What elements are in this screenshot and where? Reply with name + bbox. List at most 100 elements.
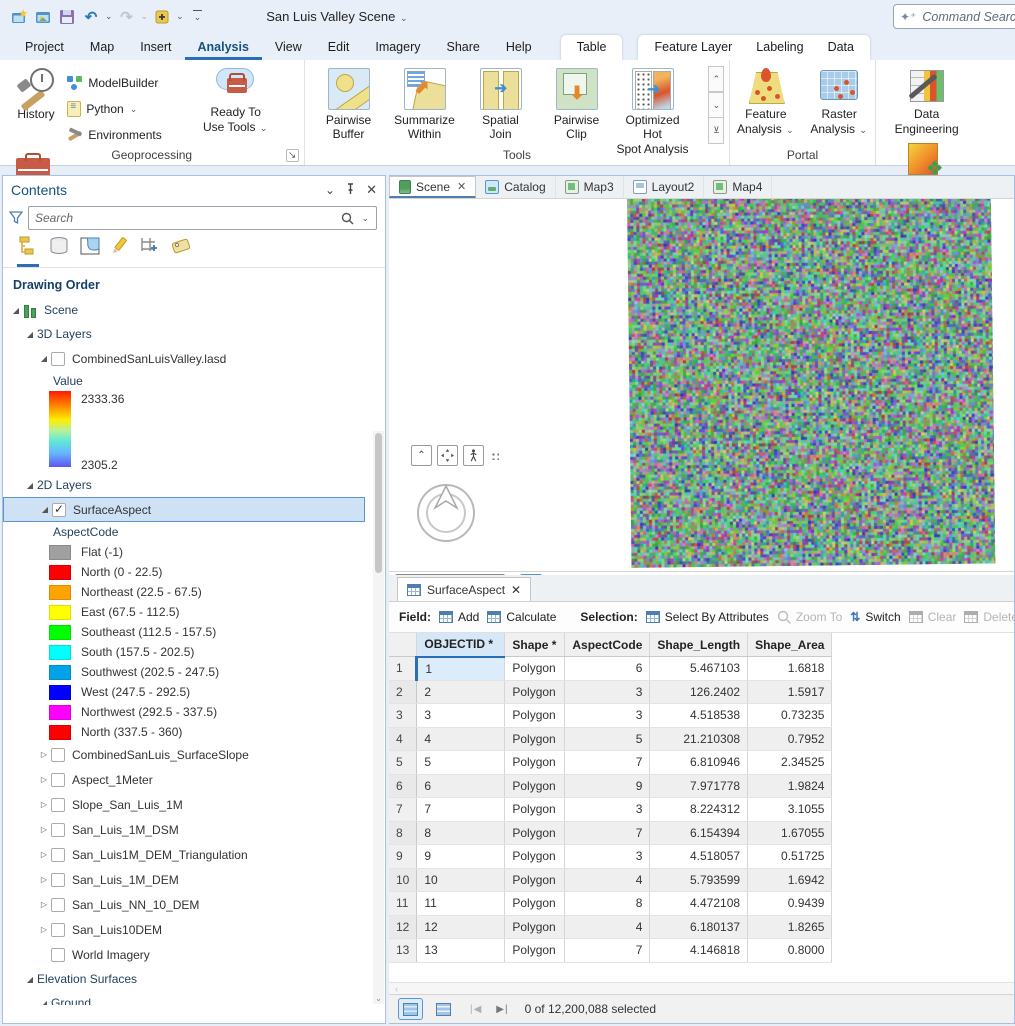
layer-visibility-checkbox[interactable]: [51, 923, 65, 937]
cell-objectid[interactable]: 10: [417, 868, 505, 892]
cell-aspectcode[interactable]: 3: [565, 798, 650, 822]
layer-name[interactable]: San_Luis10DEM: [72, 923, 162, 937]
table-row[interactable]: 1212Polygon46.1801371.8265: [389, 915, 832, 939]
cell-shapelength[interactable]: 4.146818: [650, 939, 748, 963]
row-selector[interactable]: 10: [389, 868, 417, 892]
table-tab-surfaceaspect[interactable]: SurfaceAspect ✕: [397, 577, 531, 601]
tree-group-scene[interactable]: ◢ Scene: [3, 298, 371, 322]
column-header-shapelength[interactable]: Shape_Length: [650, 633, 748, 657]
layer-name[interactable]: Aspect_1Meter: [72, 773, 153, 787]
list-by-snapping-icon[interactable]: [139, 236, 161, 267]
collapse-nav-icon[interactable]: ⌃: [411, 445, 432, 466]
layer-visibility-checkbox[interactable]: [51, 848, 65, 862]
clear-selection-button[interactable]: Clear: [909, 610, 957, 624]
column-header-objectid[interactable]: OBJECTID *: [417, 633, 505, 657]
modelbuilder-button[interactable]: ModelBuilder: [67, 72, 195, 94]
pin-icon[interactable]: [345, 183, 356, 198]
column-header-shape[interactable]: Shape *: [505, 633, 565, 657]
cell-shapearea[interactable]: 1.9824: [748, 774, 832, 798]
cell-objectid[interactable]: 3: [417, 704, 505, 728]
legend-swatch[interactable]: [49, 585, 71, 600]
tree-group-label[interactable]: Ground: [51, 996, 91, 1005]
table-row[interactable]: 11Polygon65.4671031.6818: [389, 657, 832, 681]
pan-navigator-icon[interactable]: [437, 445, 458, 466]
cell-objectid[interactable]: 7: [417, 798, 505, 822]
cell-objectid[interactable]: 2: [417, 680, 505, 704]
cell-shapelength[interactable]: 4.518057: [650, 845, 748, 869]
layer-name[interactable]: CombinedSanLuis_SurfaceSlope: [72, 748, 249, 762]
tree-group-label[interactable]: Elevation Surfaces: [37, 972, 137, 986]
cell-shapearea[interactable]: 0.7952: [748, 727, 832, 751]
table-row[interactable]: 22Polygon3126.24021.5917: [389, 680, 832, 704]
cell-aspectcode[interactable]: 6: [565, 657, 650, 681]
legend-swatch[interactable]: [49, 685, 71, 700]
row-selector[interactable]: 11: [389, 892, 417, 916]
view-tab-layout2[interactable]: Layout2: [624, 176, 705, 198]
scene-viewport[interactable]: ⌃: [389, 199, 1014, 571]
cell-shapearea[interactable]: 0.73235: [748, 704, 832, 728]
ribbon-tab-share[interactable]: Share: [434, 36, 493, 60]
cell-shapearea[interactable]: 1.8265: [748, 915, 832, 939]
expander-icon[interactable]: ▷: [37, 850, 51, 859]
layer-item-san-luis-1m-dem[interactable]: ▷San_Luis_1M_DEM: [3, 867, 371, 892]
layer-visibility-checkbox[interactable]: [51, 948, 65, 962]
view-tab-map4[interactable]: Map4: [704, 176, 772, 198]
raster-analysis-button[interactable]: RasterAnalysis ⌄: [804, 64, 874, 137]
cell-shapearea[interactable]: 1.6818: [748, 657, 832, 681]
cell-objectid[interactable]: 6: [417, 774, 505, 798]
tree-group-ground[interactable]: ◢Ground: [3, 991, 371, 1005]
filter-icon[interactable]: [9, 211, 23, 225]
expander-icon[interactable]: ◢: [9, 306, 23, 315]
add-field-button[interactable]: Add: [439, 610, 479, 624]
ribbon-tab-data[interactable]: Data: [816, 36, 866, 60]
gallery-scroll-down-button[interactable]: ⌄: [708, 92, 724, 118]
table-row[interactable]: 1111Polygon84.4721080.9439: [389, 892, 832, 916]
cell-aspectcode[interactable]: 3: [565, 845, 650, 869]
row-selector[interactable]: 9: [389, 845, 417, 869]
legend-swatch[interactable]: [49, 545, 71, 560]
cell-shape[interactable]: Polygon: [505, 727, 565, 751]
ribbon-tab-analysis[interactable]: Analysis: [185, 36, 262, 60]
cell-objectid[interactable]: 5: [417, 751, 505, 775]
layer-item-san-luis10dem[interactable]: ▷San_Luis10DEM: [3, 917, 371, 942]
layer-visibility-checkbox[interactable]: [51, 748, 65, 762]
layer-visibility-checkbox[interactable]: [51, 798, 65, 812]
ribbon-tab-labeling[interactable]: Labeling: [744, 36, 815, 60]
gallery-expand-button[interactable]: ⊻: [708, 118, 724, 144]
expander-icon[interactable]: ▷: [37, 750, 51, 759]
table-row[interactable]: 1313Polygon74.1468180.8000: [389, 939, 832, 963]
undo-dropdown-chevron[interactable]: ⌄: [104, 11, 114, 22]
cell-shapearea[interactable]: 0.51725: [748, 845, 832, 869]
cell-objectid[interactable]: 13: [417, 939, 505, 963]
table-row[interactable]: 55Polygon76.8109462.34525: [389, 751, 832, 775]
expander-icon[interactable]: ▷: [37, 875, 51, 884]
cell-shapelength[interactable]: 126.2402: [650, 680, 748, 704]
table-horizontal-scrollbar[interactable]: ‹: [389, 982, 1014, 994]
data-engineering-button[interactable]: DataEngineering: [888, 64, 966, 137]
row-selector[interactable]: 8: [389, 821, 417, 845]
tree-group-label[interactable]: Scene: [44, 303, 78, 317]
add-data-button[interactable]: [151, 5, 173, 29]
list-by-data-source-icon[interactable]: [48, 236, 70, 267]
ribbon-tab-table[interactable]: Table: [565, 36, 619, 60]
legend-swatch[interactable]: [49, 625, 71, 640]
cell-aspectcode[interactable]: 8: [565, 892, 650, 916]
layer-visibility-checkbox[interactable]: [52, 503, 66, 517]
ribbon-tab-map[interactable]: Map: [77, 36, 127, 60]
table-row[interactable]: 99Polygon34.5180570.51725: [389, 845, 832, 869]
cell-shapelength[interactable]: 4.518538: [650, 704, 748, 728]
search-options-chevron[interactable]: ⌄: [360, 213, 370, 224]
cell-shape[interactable]: Polygon: [505, 915, 565, 939]
column-header-aspectcode[interactable]: AspectCode: [565, 633, 650, 657]
cell-shapearea[interactable]: 2.34525: [748, 751, 832, 775]
layer-visibility-checkbox[interactable]: [51, 823, 65, 837]
layer-item-combinedsanluis-surfaceslope[interactable]: ▷ CombinedSanLuis_SurfaceSlope: [3, 742, 371, 767]
cell-shape[interactable]: Polygon: [505, 680, 565, 704]
cell-shapelength[interactable]: 6.154394: [650, 821, 748, 845]
expander-icon[interactable]: ▷: [37, 825, 51, 834]
gallery-item-optimized-hot-spot[interactable]: ➔Optimized HotSpot Analysis: [615, 68, 691, 156]
open-project-button[interactable]: [32, 5, 54, 29]
ribbon-tab-insert[interactable]: Insert: [127, 36, 184, 60]
layer-name[interactable]: San_Luis_NN_10_DEM: [72, 898, 199, 912]
gallery-item-summarize-within[interactable]: SummarizeWithin: [387, 68, 463, 142]
